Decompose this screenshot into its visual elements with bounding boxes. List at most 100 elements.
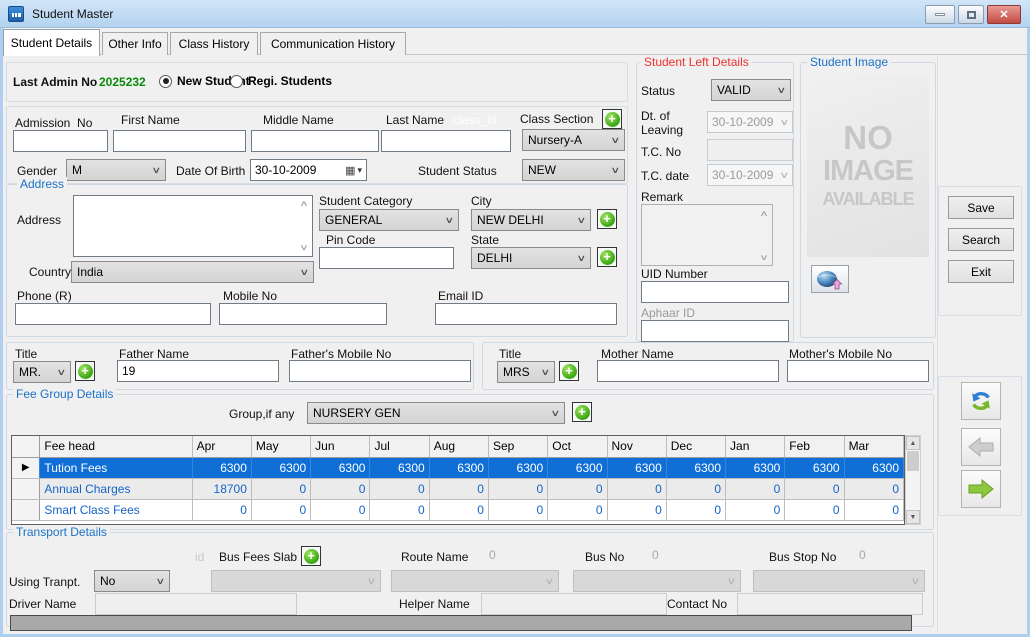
bus-fees-slab-combo[interactable]: ∨ <box>211 570 381 592</box>
fee-grid-amount-cell[interactable]: 6300 <box>726 457 785 478</box>
fee-grid-header-apr[interactable]: Apr <box>192 436 251 457</box>
fee-grid-header-oct[interactable]: Oct <box>548 436 607 457</box>
fee-grid-amount-cell[interactable]: 0 <box>548 478 607 499</box>
fee-grid-amount-cell[interactable]: 6300 <box>311 457 370 478</box>
fee-grid-amount-cell[interactable]: 0 <box>488 478 547 499</box>
fee-grid-row-selector[interactable]: ▶ <box>12 457 40 478</box>
fee-grid-amount-cell[interactable]: 0 <box>666 499 725 520</box>
fee-grid-amount-cell[interactable]: 0 <box>429 478 488 499</box>
address-textarea[interactable] <box>73 195 313 257</box>
fee-grid-header-fee-head[interactable]: Fee head <box>40 436 192 457</box>
first-name-input[interactable] <box>113 130 246 152</box>
mobile-input[interactable] <box>219 303 387 325</box>
fee-grid-header-aug[interactable]: Aug <box>429 436 488 457</box>
fee-group-combo[interactable]: NURSERY GEN ∨ <box>307 402 565 424</box>
route-name-combo[interactable]: ∨ <box>391 570 559 592</box>
last-name-input[interactable] <box>381 130 511 152</box>
maximize-button[interactable] <box>958 5 984 24</box>
tab-student-details[interactable]: Student Details <box>3 29 100 56</box>
tc-date-picker[interactable]: 30-10-2009 ∨ <box>707 164 793 186</box>
refresh-button[interactable] <box>961 382 1001 420</box>
tab-communication-history[interactable]: Communication History <box>260 32 406 55</box>
fee-grid-header-jan[interactable]: Jan <box>726 436 785 457</box>
fee-grid-amount-cell[interactable]: 0 <box>844 478 903 499</box>
fee-grid-amount-cell[interactable]: 0 <box>251 499 310 520</box>
fee-grid-amount-cell[interactable]: 0 <box>488 499 547 520</box>
scroll-down-icon[interactable]: ∨ <box>299 243 308 252</box>
left-status-combo[interactable]: VALID ∨ <box>711 79 791 101</box>
admission-no-input[interactable] <box>13 130 108 152</box>
remark-textarea[interactable] <box>641 204 773 266</box>
previous-record-button[interactable] <box>961 428 1001 466</box>
fee-grid-header-mar[interactable]: Mar <box>844 436 903 457</box>
student-category-combo[interactable]: GENERAL ∨ <box>319 209 459 231</box>
scroll-up-icon[interactable]: ∧ <box>299 199 308 208</box>
fee-grid-amount-cell[interactable]: 6300 <box>548 457 607 478</box>
mother-title-combo[interactable]: MRS ∨ <box>497 361 555 383</box>
state-combo[interactable]: DELHI ∨ <box>471 247 591 269</box>
helper-name-input[interactable] <box>481 593 667 615</box>
class-section-combo[interactable]: Nursery-A ∨ <box>522 129 625 151</box>
scrollbar-thumb[interactable] <box>907 451 919 471</box>
add-bus-fees-slab-button[interactable]: + <box>301 546 321 566</box>
tc-no-input[interactable] <box>707 139 793 161</box>
fee-grid-amount-cell[interactable]: 0 <box>607 499 666 520</box>
fee-grid-header-jun[interactable]: Jun <box>311 436 370 457</box>
fee-grid-amount-cell[interactable]: 6300 <box>844 457 903 478</box>
mother-mobile-input[interactable] <box>787 360 929 382</box>
add-mother-title-button[interactable]: + <box>559 361 579 381</box>
fee-grid-amount-cell[interactable]: 6300 <box>488 457 547 478</box>
fee-grid-header-sep[interactable]: Sep <box>488 436 547 457</box>
fee-grid-amount-cell[interactable]: 0 <box>548 499 607 520</box>
uid-number-input[interactable] <box>641 281 789 303</box>
fee-grid-amount-cell[interactable]: 0 <box>370 499 429 520</box>
middle-name-input[interactable] <box>251 130 379 152</box>
add-city-button[interactable]: + <box>597 209 617 229</box>
minimize-button[interactable] <box>925 5 955 24</box>
contact-no-input[interactable] <box>737 593 923 615</box>
father-mobile-input[interactable] <box>289 360 471 382</box>
father-name-input[interactable] <box>117 360 279 382</box>
fee-grid-amount-cell[interactable]: 0 <box>370 478 429 499</box>
country-combo[interactable]: India ∨ <box>71 261 314 283</box>
fee-grid-row-header[interactable] <box>12 478 40 499</box>
fee-grid-fee-head-cell[interactable]: Tution Fees <box>40 457 192 478</box>
scrollbar-up-button[interactable]: ▲ <box>906 436 920 450</box>
fee-grid-amount-cell[interactable]: 6300 <box>785 457 844 478</box>
save-button[interactable]: Save <box>948 196 1014 219</box>
fee-grid-amount-cell[interactable]: 0 <box>844 499 903 520</box>
next-record-button[interactable] <box>961 470 1001 508</box>
fee-grid-amount-cell[interactable]: 0 <box>607 478 666 499</box>
fee-grid-amount-cell[interactable]: 6300 <box>429 457 488 478</box>
search-button[interactable]: Search <box>948 228 1014 251</box>
fee-grid-header-may[interactable]: May <box>251 436 310 457</box>
fee-grid-amount-cell[interactable]: 0 <box>311 478 370 499</box>
fee-grid-amount-cell[interactable]: 0 <box>785 478 844 499</box>
exit-button[interactable]: Exit <box>948 260 1014 283</box>
bus-no-combo[interactable]: ∨ <box>573 570 741 592</box>
gender-combo[interactable]: M ∨ <box>66 159 166 181</box>
fee-grid-header-dec[interactable]: Dec <box>666 436 725 457</box>
fee-grid-amount-cell[interactable]: 6300 <box>370 457 429 478</box>
fee-grid-amount-cell[interactable]: 0 <box>726 478 785 499</box>
tab-class-history[interactable]: Class History <box>170 32 258 55</box>
fee-grid-fee-head-cell[interactable]: Annual Charges <box>40 478 192 499</box>
fee-grid-amount-cell[interactable]: 6300 <box>251 457 310 478</box>
add-class-section-button[interactable]: + <box>602 109 622 129</box>
tab-other-info[interactable]: Other Info <box>102 32 168 55</box>
fee-grid-amount-cell[interactable]: 0 <box>666 478 725 499</box>
aphaar-id-input[interactable] <box>641 320 789 342</box>
add-fee-group-button[interactable]: + <box>572 402 592 422</box>
fee-grid-amount-cell[interactable]: 6300 <box>192 457 251 478</box>
fee-grid-amount-cell[interactable]: 0 <box>311 499 370 520</box>
close-button[interactable]: ✕ <box>987 5 1021 24</box>
father-title-combo[interactable]: MR. ∨ <box>13 361 71 383</box>
fee-grid-amount-cell[interactable]: 0 <box>251 478 310 499</box>
fee-grid-row-header[interactable] <box>12 499 40 520</box>
fee-grid-amount-cell[interactable]: 6300 <box>666 457 725 478</box>
mother-name-input[interactable] <box>597 360 779 382</box>
fee-grid-amount-cell[interactable]: 0 <box>726 499 785 520</box>
scrollbar-down-button[interactable]: ▼ <box>906 510 920 524</box>
fee-grid-scrollbar[interactable]: ▲ ▼ <box>905 435 921 525</box>
fee-grid-amount-cell[interactable]: 0 <box>429 499 488 520</box>
